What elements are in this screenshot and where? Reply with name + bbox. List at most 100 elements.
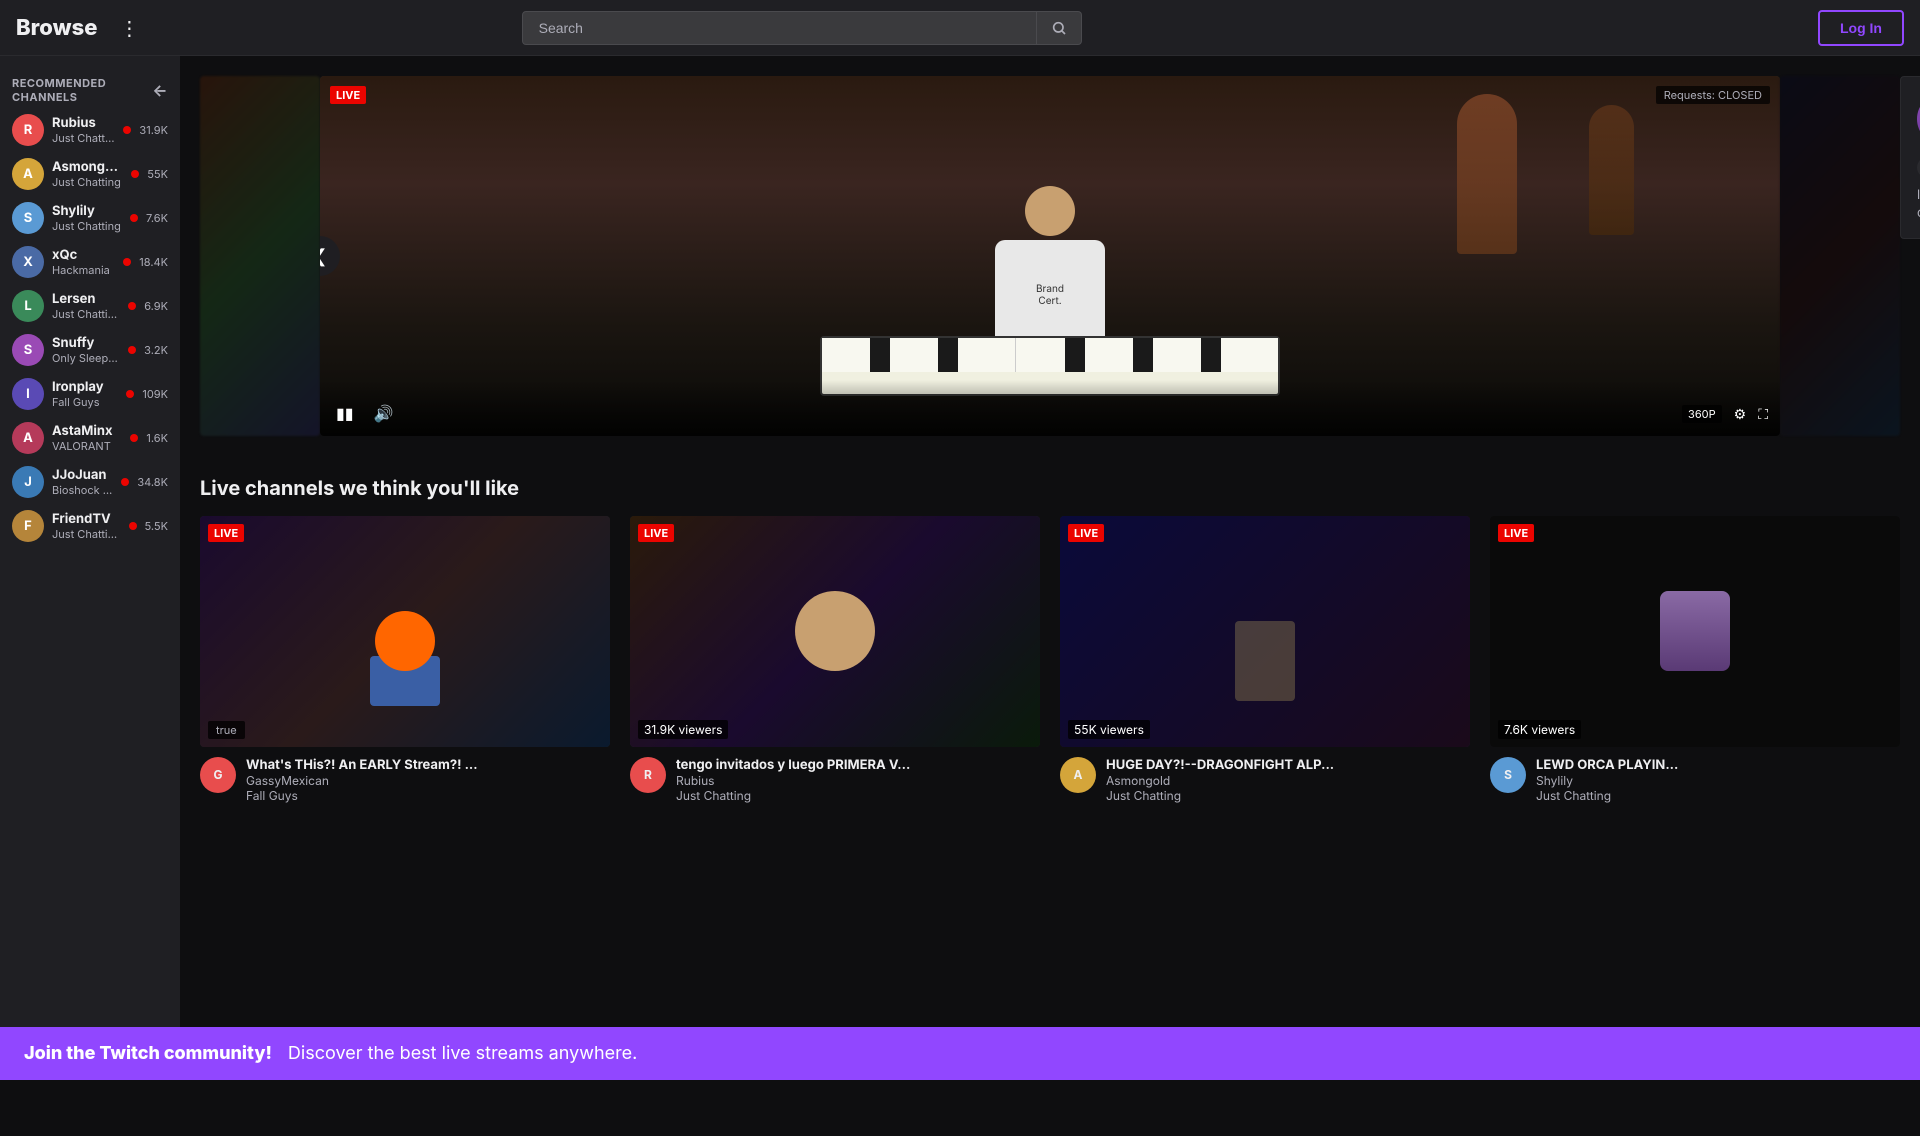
sidebar-section-title: RECOMMENDED CHANNELS ← [0, 68, 180, 108]
avatar: R [12, 114, 44, 146]
channel-thumbnail: LIVE true [200, 516, 610, 747]
sidebar-item-shylily[interactable]: S Shylily Just Chatting 7.6K [0, 196, 180, 240]
avatar: X [12, 246, 44, 278]
thumbnail-content [1490, 516, 1900, 747]
live-indicator [130, 434, 138, 442]
game-name: Just Chatting [676, 788, 1040, 803]
avatar: F [12, 510, 44, 542]
avatar: J [12, 466, 44, 498]
live-indicator [128, 346, 136, 354]
video-controls: ▮▮ 🔊 360P ⚙ ⛶ [320, 380, 1780, 436]
bottom-banner: Join the Twitch community! Discover the … [0, 1027, 1920, 1080]
stream-title: tengo invitados y luego PRIMERA V... [676, 757, 1040, 773]
live-indicator [126, 390, 134, 398]
fullscreen-icon[interactable]: ⛶ [1758, 406, 1768, 423]
sidebar: RECOMMENDED CHANNELS ← R Rubius Just Cha… [0, 56, 180, 1080]
live-indicator [123, 126, 131, 134]
thumbnail-content [630, 516, 1040, 747]
live-badge: LIVE [1498, 524, 1534, 542]
sidebar-item-ironplay[interactable]: I Ironplay Fall Guys 109K [0, 372, 180, 416]
avatar: A [12, 422, 44, 454]
viewer-count-overlay: 55K viewers [1068, 720, 1150, 739]
streamer-name: Shylily [1536, 773, 1900, 788]
avatar: S [12, 202, 44, 234]
settings-icon[interactable]: ⚙ [1734, 406, 1747, 423]
quality-badge[interactable]: 360P [1682, 405, 1722, 423]
avatar: S [12, 334, 44, 366]
pause-button[interactable]: ▮▮ [332, 400, 358, 428]
live-indicator [123, 258, 131, 266]
search-input[interactable] [522, 11, 1037, 45]
sidebar-item-jjojuan[interactable]: J JJoJuan Bioshock Remaster... 34.8K [0, 460, 180, 504]
streamer-name: Asmongold [1106, 773, 1470, 788]
sidebar-item-xqc[interactable]: X xQc Hackmania 18.4K [0, 240, 180, 284]
guitar-decoration [1457, 94, 1517, 254]
channel-avatar: S [1490, 757, 1526, 793]
live-indicator [130, 214, 138, 222]
game-name: Fall Guys [246, 788, 610, 803]
banner-subtitle: Discover the best live streams anywhere. [288, 1043, 637, 1064]
live-badge: LIVE [638, 524, 674, 542]
sidebar-collapse-button[interactable]: ← [152, 80, 168, 100]
carousel-main-video: ❮ BrandCert. [320, 76, 1780, 436]
live-badge: LIVE [1068, 524, 1104, 542]
channel-card-shylily[interactable]: LIVE 7.6K viewers S LEWD ORCA PLAYIN... … [1490, 516, 1900, 803]
sidebar-item-friendtv[interactable]: F FriendTV Just Chatting 5.5K [0, 504, 180, 548]
live-indicator [131, 170, 139, 178]
live-channels-section: Live channels we think you'll like LIVE … [200, 476, 1900, 803]
channel-card-gassymexican[interactable]: LIVE true G What's THis?! An EARLY Strea… [200, 516, 610, 803]
channel-avatar: G [200, 757, 236, 793]
live-indicator [121, 478, 129, 486]
header: Browse ⋮ Log In [0, 0, 1920, 56]
game-name: Just Chatting [1106, 788, 1470, 803]
channel-thumbnail: LIVE 31.9K viewers [630, 516, 1040, 747]
live-indicator [128, 302, 136, 310]
sidebar-item-astaminx[interactable]: A AstaMinx VALORANT 1.6K [0, 416, 180, 460]
stream-title: What's THis?! An EARLY Stream?! ... [246, 757, 610, 773]
sidebar-item-asmongold[interactable]: A Asmongold Just Chatting 55K [0, 152, 180, 196]
viewer-count-overlay: 7.6K viewers [1498, 720, 1581, 739]
section-title: Live channels we think you'll like [200, 476, 1900, 500]
avatar: L [12, 290, 44, 322]
thumbnail-content [365, 601, 445, 701]
search-container [522, 11, 1082, 45]
streamer-name: Rubius [676, 773, 1040, 788]
channel-card-rubius[interactable]: LIVE 31.9K viewers R tengo invitados y l… [630, 516, 1040, 803]
channel-card-asmongold[interactable]: LIVE 55K viewers A HUGE DAY?!--DRAGONFIG… [1060, 516, 1470, 803]
logo-text: Browse [16, 15, 97, 41]
sidebar-item-rubius[interactable]: R Rubius Just Chatting 31.9K [0, 108, 180, 152]
channel-avatar: R [630, 757, 666, 793]
avatar: A [12, 158, 44, 190]
game-name: Just Chatting [1536, 788, 1900, 803]
channels-grid: LIVE true G What's THis?! An EARLY Strea… [200, 516, 1900, 803]
sidebar-item-snuffy[interactable]: S Snuffy Only Sleeping 3.2K [0, 328, 180, 372]
stream-info-popup: Ludgero_Rosas Music 13.1K viewers Englis… [1900, 76, 1920, 239]
channel-thumbnail: LIVE 7.6K viewers [1490, 516, 1900, 747]
main-content: ❮ BrandCert. [180, 56, 1920, 1080]
streamer-name: GassyMexican [246, 773, 610, 788]
logo[interactable]: Browse [16, 15, 97, 41]
header-right: Log In [1818, 10, 1904, 46]
guitar-decoration-2 [1589, 105, 1634, 235]
carousel-side-left[interactable] [200, 76, 320, 436]
volume-button[interactable]: 🔊 [370, 400, 398, 428]
person-figure: BrandCert. [990, 186, 1110, 346]
viewer-count-overlay: 31.9K viewers [638, 720, 728, 739]
thumbnail-content [1060, 516, 1470, 747]
promoted-badge: true [208, 721, 245, 739]
menu-icon[interactable]: ⋮ [113, 10, 145, 46]
featured-carousel: ❮ BrandCert. [200, 76, 1900, 436]
live-badge: LIVE [208, 524, 244, 542]
live-badge: LIVE [330, 86, 366, 104]
stream-title: HUGE DAY?!--DRAGONFIGHT ALP... [1106, 757, 1470, 773]
login-button[interactable]: Log In [1818, 10, 1904, 46]
banner-title: Join the Twitch community! [24, 1043, 272, 1064]
channel-thumbnail: LIVE 55K viewers [1060, 516, 1470, 747]
sidebar-item-lersen[interactable]: L Lersen Just Chatting 6.9K [0, 284, 180, 328]
requests-badge: Requests: CLOSED [1656, 86, 1770, 104]
avatar: I [12, 378, 44, 410]
carousel-side-right[interactable] [1780, 76, 1900, 436]
channel-avatar: A [1060, 757, 1096, 793]
search-button[interactable] [1037, 11, 1082, 45]
stream-title: LEWD ORCA PLAYIN... [1536, 757, 1900, 773]
